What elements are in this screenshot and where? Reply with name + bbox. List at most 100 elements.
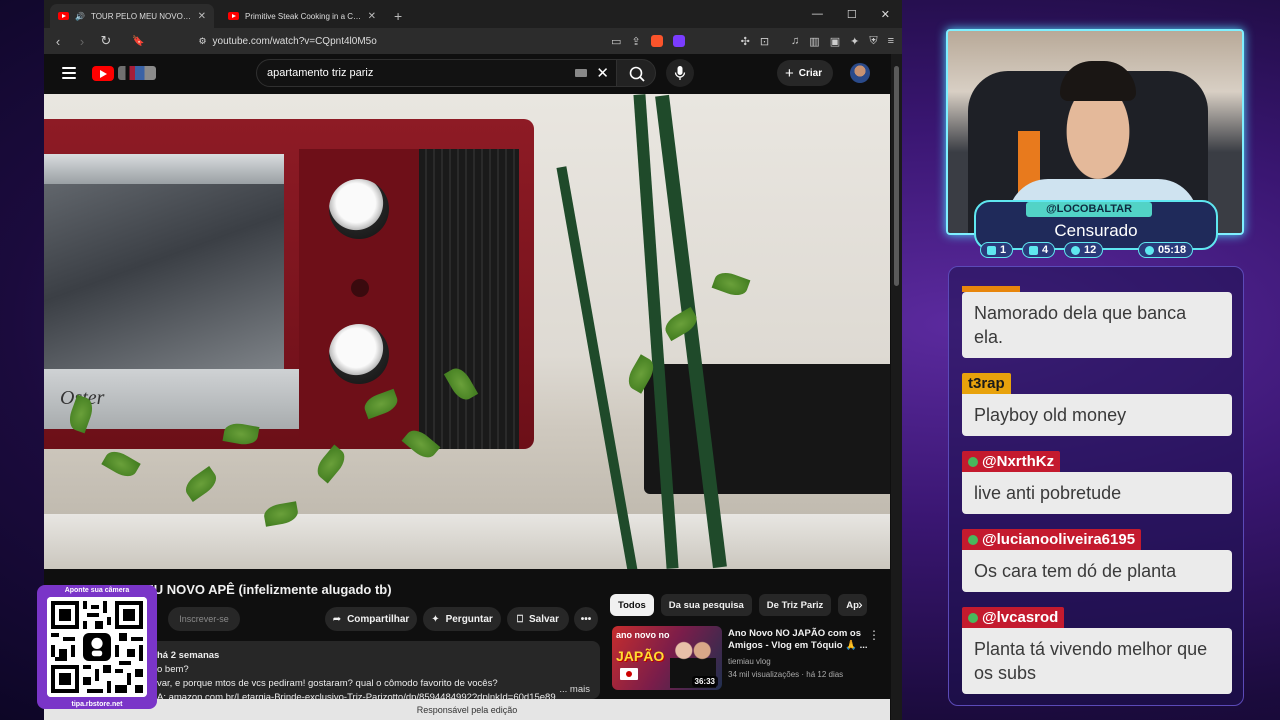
chat-message: @lucianooliveira6195 Os cara tem dó de p… [962, 529, 1232, 592]
more-actions-button[interactable]: ••• [574, 607, 598, 631]
japan-flag-icon [620, 668, 638, 680]
share-page-icon[interactable]: ⇪ [631, 35, 640, 48]
tab-youtube-tour[interactable]: 🔊 TOUR PELO MEU NOVO APÊ (infelizm ✕ [50, 4, 214, 28]
voice-search-button[interactable] [666, 59, 694, 87]
close-window-icon[interactable]: ✕ [881, 8, 890, 21]
url-text: youtube.com/watch?v=CQpnt4l0M5o [212, 35, 377, 47]
close-tab-icon[interactable]: ✕ [198, 11, 206, 22]
account-avatar[interactable] [850, 63, 870, 83]
maximize-icon[interactable]: ☐ [847, 8, 857, 21]
show-more-link[interactable]: ... mais [559, 683, 590, 697]
chat-icon [987, 245, 996, 255]
description-line: o bem? [157, 664, 189, 675]
speaker-icon[interactable]: 🔊 [75, 12, 85, 21]
create-button[interactable]: + Criar [777, 60, 834, 86]
save-label: Salvar [528, 613, 560, 625]
minimize-icon[interactable]: — [812, 8, 823, 20]
hamburger-menu-icon[interactable] [62, 67, 76, 79]
kick-icon [1071, 245, 1080, 255]
ask-label: Perguntar [445, 613, 493, 625]
recommended-video[interactable]: ano novo no JAPÃO 36:33 Ano Novo NO JAPÃ… [612, 626, 890, 692]
stat-kick: 12 [1064, 242, 1104, 258]
chat-message: @lvcasrod Planta tá vivendo melhor que o… [962, 607, 1232, 694]
video-scene-oven: Oster [44, 119, 534, 449]
extensions-icon[interactable]: ✣ [741, 35, 750, 48]
stream-status: Censurado [1054, 221, 1138, 240]
stat-value: 05:18 [1158, 244, 1187, 256]
new-tab-icon[interactable]: + [394, 4, 402, 28]
screenshot-icon[interactable]: ⊡ [760, 35, 769, 48]
search-query: apartamento triz pariz [267, 67, 374, 79]
description-line: var, e porque mtos de vcs pediram! gosta… [157, 678, 498, 689]
reload-icon[interactable]: ↻ [100, 33, 112, 49]
youtube-logo-icon[interactable] [92, 65, 114, 81]
more-vert-icon[interactable]: ⋮ [868, 628, 880, 642]
menu-icon[interactable]: ≡ [888, 35, 894, 47]
chat-message: t3rap Playboy old money [962, 373, 1232, 436]
ask-button[interactable]: ✦ Perguntar [423, 607, 501, 631]
keyboard-icon[interactable] [575, 69, 587, 77]
chat-username: t3rap [962, 373, 1011, 394]
stat-value: 1 [1000, 244, 1007, 256]
brave-shield-icon[interactable] [650, 35, 663, 47]
youtube-favicon-icon [58, 12, 69, 20]
media-icon[interactable]: ♫ [791, 35, 799, 47]
save-button[interactable]: ⎕ Salvar [507, 607, 569, 631]
stat-value: 12 [1084, 244, 1097, 256]
description-link[interactable]: A: amazon.com.br/Letargia-Brinde-exclusi… [157, 691, 588, 699]
chip-from-search[interactable]: Da sua pesquisa [660, 594, 752, 616]
chat-username-text: @NxrthKz [982, 453, 1055, 470]
page-scrollbar[interactable] [891, 54, 902, 720]
share-button[interactable]: ➦ Compartilhar [325, 607, 417, 631]
ai-icon[interactable]: ✦ [850, 35, 859, 48]
search-button[interactable] [616, 59, 656, 87]
address-bar[interactable]: 🔖 ⚙ youtube.com/watch?v=CQpnt4l0M5o [132, 31, 562, 51]
edit-attribution-bar: Responsável pela edição [44, 699, 890, 720]
stat-chat: 1 [980, 242, 1014, 258]
back-icon[interactable]: ‹ [52, 34, 64, 49]
forward-icon[interactable]: › [76, 34, 88, 49]
stat-uptime: 05:18 [1138, 242, 1194, 258]
search-input[interactable]: apartamento triz pariz ✕ [256, 59, 620, 87]
stat-youtube: 4 [1022, 242, 1056, 258]
tab-youtube-steak[interactable]: Primitive Steak Cooking in a Clay Oven B… [220, 4, 384, 28]
microphone-icon [674, 66, 686, 80]
recommended-thumbnail[interactable]: ano novo no JAPÃO 36:33 [612, 626, 722, 690]
cast-icon[interactable]: ▭ [611, 35, 621, 48]
streamer-username: @LOCOBALTAR [1026, 202, 1152, 217]
recommended-channel[interactable]: tiemiau vlog [728, 657, 771, 666]
tab-bar: 🔊 TOUR PELO MEU NOVO APÊ (infelizm ✕ Pri… [44, 0, 902, 28]
clear-search-icon[interactable]: ✕ [596, 64, 609, 82]
sidebar-icon[interactable]: ▥ [809, 35, 819, 48]
more-icon: ••• [580, 613, 592, 625]
recommended-title[interactable]: Ano Novo NO JAPÃO com os Amigos - Vlog e… [728, 628, 868, 652]
chevron-right-icon[interactable]: › [858, 596, 863, 612]
site-info-icon[interactable]: ⚙ [198, 36, 206, 47]
video-player[interactable]: Oster [44, 94, 890, 569]
chat-username-text: t3rap [968, 375, 1005, 392]
close-tab-icon[interactable]: ✕ [368, 11, 376, 22]
thumbnail-caption: ano novo no [616, 630, 670, 640]
create-label: Criar [798, 67, 823, 79]
stat-value: 4 [1042, 244, 1049, 256]
qr-overlay: Aponte sua câmera tipa.rbstore.net [37, 585, 157, 709]
share-icon: ➦ [332, 613, 342, 625]
youtube-header: apartamento triz pariz ✕ + Criar [44, 54, 890, 92]
chat-username-text: @lucianooliveira6195 [982, 531, 1136, 548]
youtube-doodle[interactable] [118, 66, 156, 80]
toolbar-actions: ▭ ⇪ ✣ ⊡ ♫ ▥ ▣ ✦ ⛨ ≡ [611, 35, 894, 48]
vpn-icon[interactable]: ⛨ [869, 35, 877, 48]
chip-all[interactable]: Todos [610, 594, 654, 616]
chat-username: @NxrthKz [962, 451, 1061, 472]
scrollbar-thumb[interactable] [894, 66, 899, 286]
video-duration: 36:33 [691, 676, 718, 687]
youtube-favicon-icon [228, 12, 239, 20]
chip-from-channel[interactable]: De Triz Pariz [758, 594, 832, 616]
chat-username-text: @lvcasrod [982, 609, 1059, 626]
bookmark-icon[interactable]: 🔖 [132, 36, 144, 47]
chat-message: @NxrthKz live anti pobretude [962, 451, 1232, 514]
subscribe-button[interactable]: Inscrever-se [168, 607, 240, 631]
rewards-icon[interactable] [672, 35, 685, 47]
tab-label: Primitive Steak Cooking in a Clay Oven B… [245, 11, 362, 21]
wallet-icon[interactable]: ▣ [830, 35, 840, 48]
